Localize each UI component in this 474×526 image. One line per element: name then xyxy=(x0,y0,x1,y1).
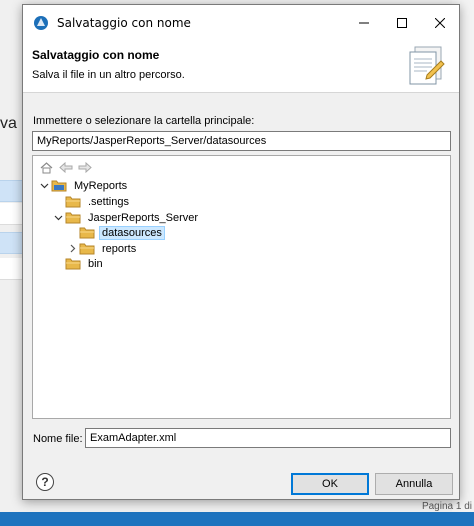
tree-node-myreports[interactable]: MyReports xyxy=(39,178,129,193)
banner-subtitle: Salva il file in un altro percorso. xyxy=(32,69,185,81)
parent-folder-input[interactable] xyxy=(32,131,451,151)
tree-node-label: datasources xyxy=(99,225,165,240)
help-icon[interactable]: ? xyxy=(36,473,54,491)
save-as-dialog: Salvataggio con nome Salvataggio con nom… xyxy=(22,4,460,500)
maximize-button[interactable] xyxy=(383,5,421,41)
file-name-label: Nome file: xyxy=(33,433,83,445)
background-taskbar xyxy=(0,512,474,526)
back-arrow-icon xyxy=(58,161,72,173)
tree-node-label: bin xyxy=(88,257,103,270)
folder-icon xyxy=(79,243,95,255)
folder-icon xyxy=(65,258,81,270)
tree-node-reports[interactable]: reports xyxy=(67,241,138,256)
folder-icon xyxy=(65,196,81,208)
window-title: Salvataggio con nome xyxy=(57,16,191,30)
chevron-down-icon[interactable] xyxy=(39,181,49,191)
file-name-input[interactable] xyxy=(85,428,451,448)
save-as-banner-icon xyxy=(409,46,445,85)
tree-node-settings[interactable]: .settings xyxy=(65,194,131,209)
tree-node-label: .settings xyxy=(88,195,129,208)
folder-icon xyxy=(79,227,95,239)
back-button[interactable] xyxy=(58,160,73,174)
dialog-titlebar[interactable]: Salvataggio con nome xyxy=(23,5,459,41)
forward-button[interactable] xyxy=(77,160,92,174)
close-button[interactable] xyxy=(421,5,459,41)
minimize-icon xyxy=(359,22,369,24)
project-folder-icon xyxy=(51,180,67,192)
help-glyph: ? xyxy=(41,475,49,489)
close-icon xyxy=(435,18,445,28)
folder-icon xyxy=(65,212,81,224)
tree-node-label: reports xyxy=(102,242,137,255)
home-button[interactable] xyxy=(39,160,54,174)
tree-node-label: JasperReports_Server xyxy=(88,211,199,224)
parent-folder-label: Immettere o selezionare la cartella prin… xyxy=(33,115,255,127)
dialog-banner: Salvataggio con nome Salva il file in un… xyxy=(23,41,459,93)
chevron-right-icon[interactable] xyxy=(67,244,77,254)
folder-tree[interactable]: MyReports .settings JasperReports_Server xyxy=(32,155,451,419)
app-icon xyxy=(34,16,48,30)
cancel-button[interactable]: Annulla xyxy=(375,473,453,495)
background-text-fragment: va xyxy=(0,115,17,132)
maximize-icon xyxy=(397,18,407,28)
tree-node-bin[interactable]: bin xyxy=(65,256,105,271)
tree-node-datasources[interactable]: datasources xyxy=(79,225,165,240)
home-icon xyxy=(40,161,53,173)
chevron-down-icon[interactable] xyxy=(53,213,63,223)
tree-node-label: MyReports xyxy=(74,179,128,192)
ok-button[interactable]: OK xyxy=(291,473,369,495)
minimize-button[interactable] xyxy=(345,5,383,41)
forward-arrow-icon xyxy=(78,161,92,173)
tree-toolbar xyxy=(39,160,92,174)
banner-title: Salvataggio con nome xyxy=(32,48,160,62)
page-indicator: Pagina 1 di xyxy=(421,501,472,512)
tree-node-jasperreports-server[interactable]: JasperReports_Server xyxy=(53,210,200,225)
